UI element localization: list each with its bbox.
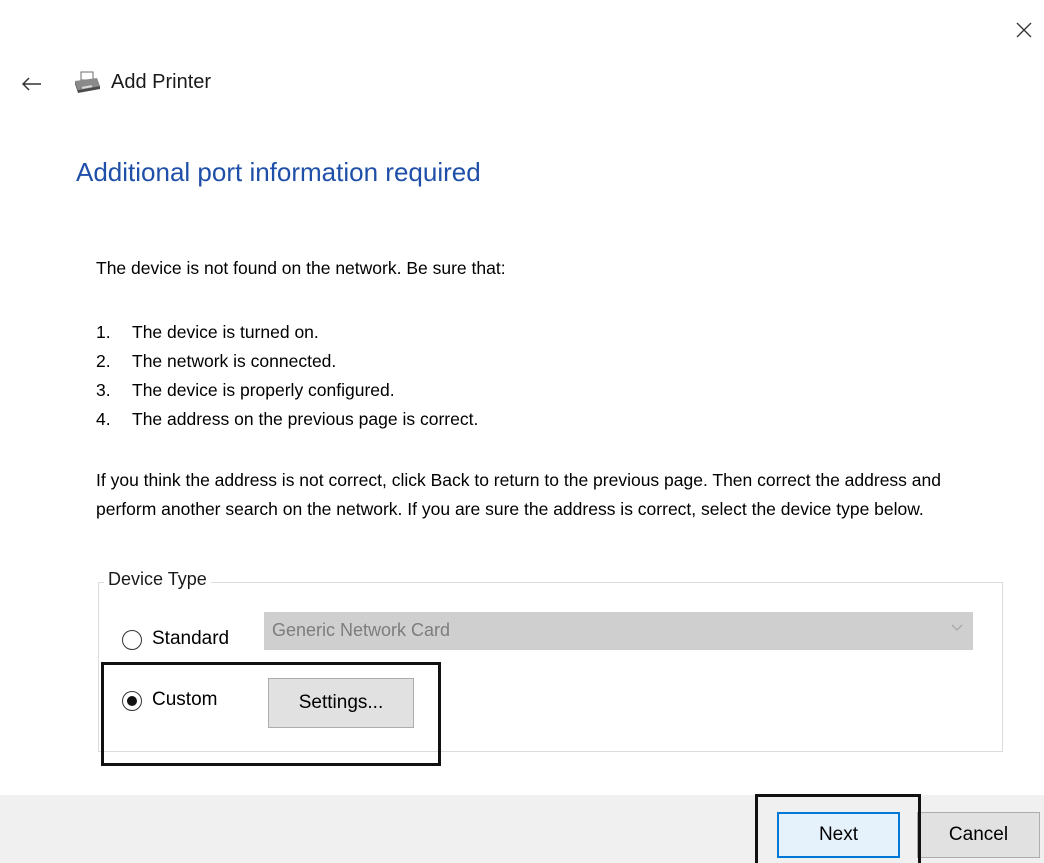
radio-selected-dot (127, 696, 137, 706)
checklist-item: 2. The network is connected. (96, 347, 478, 376)
checklist-item-number: 4. (96, 409, 111, 429)
checklist-item-text: The device is turned on. (132, 322, 319, 342)
checklist-item-text: The address on the previous page is corr… (132, 409, 479, 429)
checklist: 1. The device is turned on. 2. The netwo… (96, 318, 478, 434)
settings-button[interactable]: Settings... (268, 678, 414, 728)
intro-text: The device is not found on the network. … (96, 258, 506, 278)
standard-device-select-value: Generic Network Card (272, 620, 451, 640)
checklist-item-number: 1. (96, 322, 111, 342)
standard-radio-label[interactable]: Standard (152, 628, 229, 650)
custom-radio-label[interactable]: Custom (152, 689, 217, 711)
cancel-button[interactable]: Cancel (917, 812, 1040, 858)
device-type-legend: Device Type (104, 569, 211, 590)
next-button[interactable]: Next (777, 812, 900, 858)
device-type-group (98, 582, 1003, 752)
checklist-item: 4. The address on the previous page is c… (96, 405, 478, 434)
chevron-down-icon (951, 624, 963, 631)
standard-radio[interactable] (122, 630, 142, 650)
close-icon (1016, 22, 1032, 38)
checklist-item-text: The network is connected. (132, 351, 337, 371)
checklist-item: 1. The device is turned on. (96, 318, 478, 347)
checklist-item-number: 3. (96, 380, 111, 400)
back-arrow-icon (22, 77, 41, 91)
wizard-title: Add Printer (111, 71, 212, 93)
checklist-item-text: The device is properly configured. (132, 380, 395, 400)
instructions-text: If you think the address is not correct,… (96, 470, 941, 519)
custom-radio[interactable] (122, 691, 142, 711)
page-heading: Additional port information required (76, 157, 481, 187)
back-button[interactable] (12, 66, 52, 102)
checklist-item: 3. The device is properly configured. (96, 376, 478, 405)
checklist-item-number: 2. (96, 351, 111, 371)
printer-icon (75, 71, 100, 93)
standard-device-select: Generic Network Card (264, 612, 973, 650)
close-button[interactable] (1008, 14, 1040, 46)
